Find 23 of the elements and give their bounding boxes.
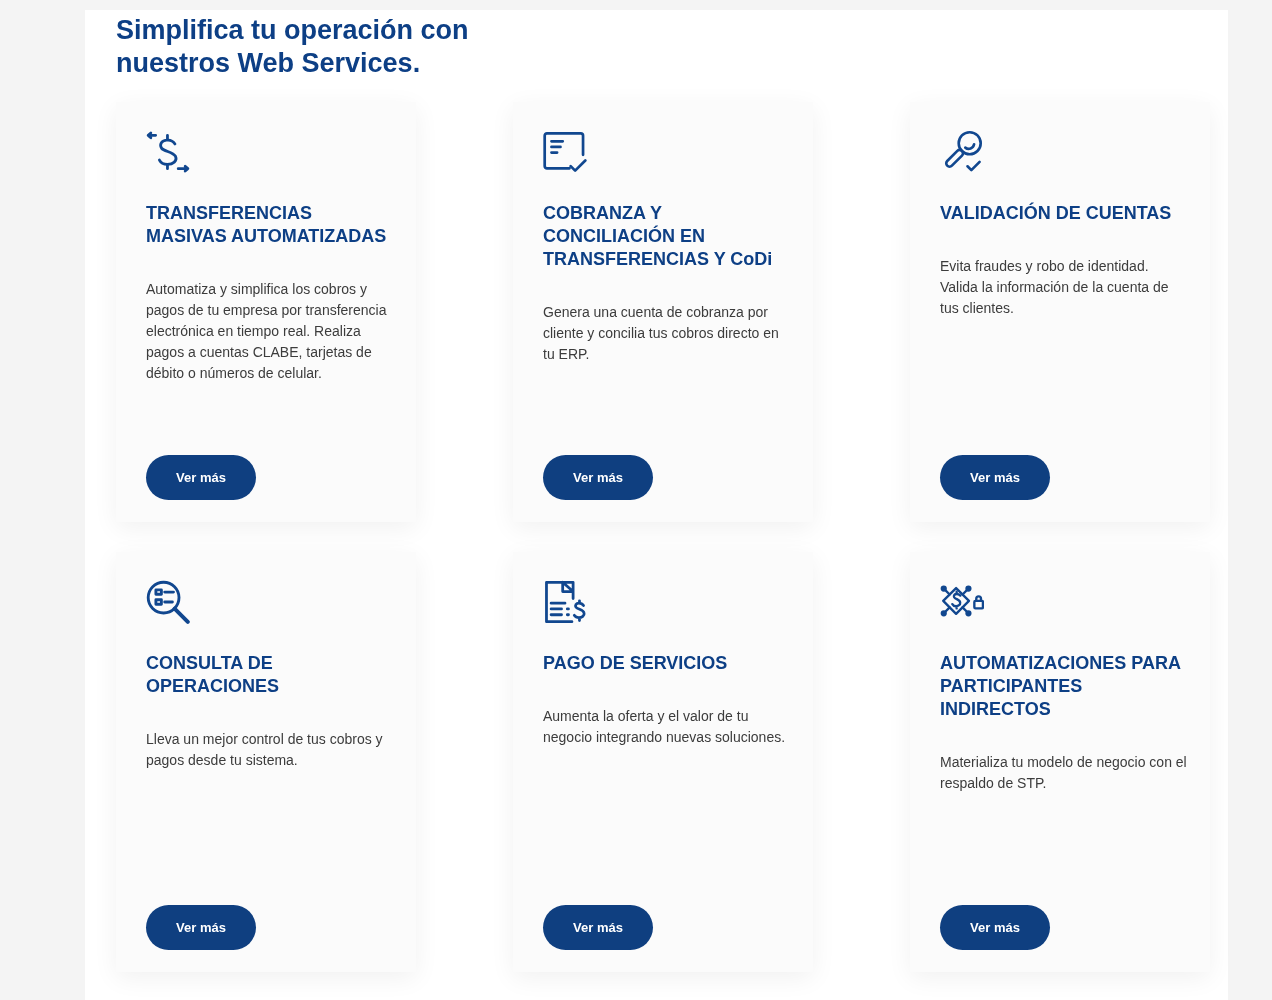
card-title: CONSULTA DE OPERACIONES xyxy=(146,652,281,698)
card-description: Lleva un mejor control de tus cobros y pagos desde tu sistema. xyxy=(146,730,384,770)
invoice-dollar-icon xyxy=(543,580,587,624)
search-icon xyxy=(146,580,190,624)
card-description: Aumenta la oferta y el valor de tu negocio integrando nuevas soluciones. xyxy=(543,707,787,747)
section-title: Simplifica tu operación con nuestros Web Services. xyxy=(116,14,470,80)
card-description: Automatiza y simplifica los cobros y pagos de tu empresa por transferencia electrónica en tiempo real. Realiza pagos a cuentas CLABE, tarjetas de débito o números de celular. xyxy=(146,280,388,383)
card-description: Evita fraudes y robo de identidad. Valida la información de la cuenta de tus clientes. xyxy=(940,257,1170,318)
more-button[interactable]: Ver más xyxy=(146,905,256,950)
card-description: Genera una cuenta de cobranza por cliente y concilia tus cobros directo en tu ERP. xyxy=(543,303,780,364)
more-button[interactable]: Ver más xyxy=(543,455,653,500)
card-title: COBRANZA Y CONCILIACIÓN EN TRANSFERENCIAS Y CoDi xyxy=(543,202,774,271)
card-title: VALIDACIÓN DE CUENTAS xyxy=(940,202,1172,225)
more-button[interactable]: Ver más xyxy=(940,905,1050,950)
more-button[interactable]: Ver más xyxy=(146,455,256,500)
dollar-arrows-icon xyxy=(146,130,190,174)
card-title: TRANSFERENCIAS MASIVAS AUTOMATIZADAS xyxy=(146,202,388,248)
more-button[interactable]: Ver más xyxy=(940,455,1050,500)
card-title: AUTOMATIZACIONES PARA PARTICIPANTES INDIRECTOS xyxy=(940,652,1182,721)
document-check-icon xyxy=(543,130,587,174)
card-description: Materializa tu modelo de negocio con el respaldo de STP. xyxy=(940,753,1188,793)
more-button[interactable]: Ver más xyxy=(543,905,653,950)
card-title: PAGO DE SERVICIOS xyxy=(543,652,728,675)
